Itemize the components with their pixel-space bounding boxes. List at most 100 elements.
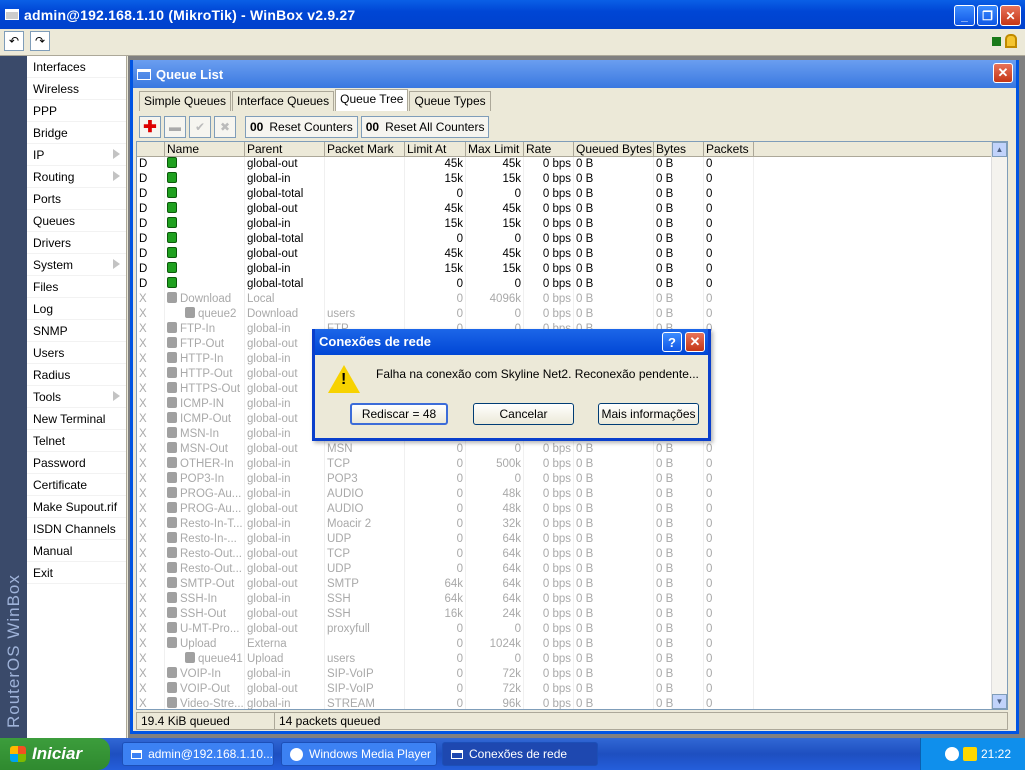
column-header[interactable] (137, 142, 165, 156)
table-row[interactable]: X PROG-Au... global-out AUDIO 0 48k 0 bps 0 B0 … (137, 502, 1007, 517)
table-row[interactable]: X VOIP-In global-in SIP-VoIP 0 72k 0 bps 0 B0 B… (137, 667, 1007, 682)
table-row[interactable]: X Upload Externa 0 1024k 0 bps 0 B0 B0 (137, 637, 1007, 652)
menu-item-routing[interactable]: Routing (27, 166, 126, 188)
app-icon[interactable] (5, 9, 19, 20)
tray-network-icon[interactable] (944, 747, 959, 761)
cell-queued: 0 B (574, 697, 654, 709)
menu-item-queues[interactable]: Queues (27, 210, 126, 232)
task-winbox[interactable]: admin@192.168.1.10... (122, 742, 274, 766)
table-row[interactable]: X POP3-In global-in POP3 0 0 0 bps 0 B0 B0 (137, 472, 1007, 487)
more-info-button[interactable]: Mais informações (598, 403, 699, 425)
scroll-down-icon[interactable]: ▼ (992, 694, 1007, 709)
table-row[interactable]: Dglobal-out 45k 45k 0 bps 0 B0 B0 (137, 157, 1007, 172)
menu-item-bridge[interactable]: Bridge (27, 122, 126, 144)
dialog-close-button[interactable]: ✕ (685, 332, 705, 352)
menu-item-radius[interactable]: Radius (27, 364, 126, 386)
table-row[interactable]: X Resto-Out... global-out TCP 0 64k 0 bps 0 B0 … (137, 547, 1007, 562)
enable-button[interactable]: ✔ (189, 116, 211, 138)
table-row[interactable]: Xqueue2 Download users 0 0 0 bps 0 B0 B0 (137, 307, 1007, 322)
menu-item-telnet[interactable]: Telnet (27, 430, 126, 452)
redial-button[interactable]: Rediscar = 48 (350, 403, 448, 425)
dialog-title[interactable]: Conexões de rede (315, 329, 708, 355)
table-row[interactable]: X SSH-In global-in SSH 64k 64k 0 bps 0 B0 B0 (137, 592, 1007, 607)
menu-item-make-supout-rif[interactable]: Make Supout.rif (27, 496, 126, 518)
menu-item-interfaces[interactable]: Interfaces (27, 56, 126, 78)
remove-button[interactable]: ▬ (164, 116, 186, 138)
table-row[interactable]: X Resto-Out... global-out UDP 0 64k 0 bps 0 B0 … (137, 562, 1007, 577)
undo-button[interactable]: ↶ (4, 31, 24, 51)
start-button[interactable]: Iniciar (0, 738, 110, 770)
menu-item-drivers[interactable]: Drivers (27, 232, 126, 254)
menu-item-system[interactable]: System (27, 254, 126, 276)
restore-button[interactable]: ❐ (977, 5, 998, 26)
scroll-up-icon[interactable]: ▲ (992, 142, 1007, 157)
column-header[interactable]: Queued Bytes (574, 142, 654, 156)
table-row[interactable]: X PROG-Au... global-in AUDIO 0 48k 0 bps 0 B0 B… (137, 487, 1007, 502)
queue-window-titlebar[interactable]: Queue List (133, 60, 1016, 88)
menu-item-ip[interactable]: IP (27, 144, 126, 166)
table-row[interactable]: X OTHER-In global-in TCP 0 500k 0 bps 0 B0 B0 (137, 457, 1007, 472)
table-row[interactable]: X VOIP-Out global-out SIP-VoIP 0 72k 0 bps 0 B0… (137, 682, 1007, 697)
table-row[interactable]: Dglobal-out 45k 45k 0 bps 0 B0 B0 (137, 202, 1007, 217)
table-row[interactable]: Dglobal-total 0 0 0 bps 0 B0 B0 (137, 187, 1007, 202)
vertical-scrollbar[interactable]: ▲ ▼ (991, 142, 1007, 709)
tab-interface-queues[interactable]: Interface Queues (232, 91, 335, 111)
table-row[interactable]: X Video-Stre... global-in STREAM 0 96k 0 bps 0 … (137, 697, 1007, 709)
column-header[interactable]: Rate (524, 142, 574, 156)
menu-item-manual[interactable]: Manual (27, 540, 126, 562)
column-header[interactable]: Bytes (654, 142, 704, 156)
table-row[interactable]: Dglobal-in 15k 15k 0 bps 0 B0 B0 (137, 262, 1007, 277)
table-row[interactable]: Xqueue41 Upload users 0 0 0 bps 0 B0 B0 (137, 652, 1007, 667)
menu-item-wireless[interactable]: Wireless (27, 78, 126, 100)
table-row[interactable]: X Download Local 0 4096k 0 bps 0 B0 B0 (137, 292, 1007, 307)
menu-item-files[interactable]: Files (27, 276, 126, 298)
column-header[interactable]: Limit At (405, 142, 466, 156)
task-media-player[interactable]: Windows Media Player (281, 742, 437, 766)
table-row[interactable]: X SMTP-Out global-out SMTP 64k 64k 0 bps 0 B0 B… (137, 577, 1007, 592)
column-header[interactable]: Packets (704, 142, 754, 156)
disable-button[interactable]: ✖ (214, 116, 236, 138)
table-row[interactable]: Dglobal-total 0 0 0 bps 0 B0 B0 (137, 232, 1007, 247)
table-row[interactable]: Dglobal-total 0 0 0 bps 0 B0 B0 (137, 277, 1007, 292)
table-row[interactable]: X Resto-In-T... global-in Moacir 2 0 32k 0 bps… (137, 517, 1007, 532)
menu-item-certificate[interactable]: Certificate (27, 474, 126, 496)
menu-item-exit[interactable]: Exit (27, 562, 126, 584)
table-row[interactable]: X MSN-Out global-out MSN 0 0 0 bps 0 B0 B0 (137, 442, 1007, 457)
cell-flag: D (137, 247, 165, 262)
tab-queue-types[interactable]: Queue Types (409, 91, 491, 111)
menu-item-password[interactable]: Password (27, 452, 126, 474)
menu-item-log[interactable]: Log (27, 298, 126, 320)
column-header[interactable]: Max Limit (466, 142, 524, 156)
table-row[interactable]: Dglobal-out 45k 45k 0 bps 0 B0 B0 (137, 247, 1007, 262)
task-network-connections[interactable]: Conexões de rede (442, 742, 598, 766)
tray-connection-icon[interactable] (962, 747, 977, 761)
menu-item-snmp[interactable]: SNMP (27, 320, 126, 342)
column-header[interactable]: Name (165, 142, 245, 156)
menu-item-isdn-channels[interactable]: ISDN Channels (27, 518, 126, 540)
menu-item-tools[interactable]: Tools (27, 386, 126, 408)
close-button[interactable]: ✕ (1000, 5, 1021, 26)
reset-all-counters-button[interactable]: 00 Reset All Counters (360, 116, 490, 138)
queue-window-close-button[interactable]: ✕ (993, 63, 1013, 83)
table-row[interactable]: X SSH-Out global-out SSH 16k 24k 0 bps 0 B0 B0 (137, 607, 1007, 622)
add-button[interactable]: ✚ (139, 116, 161, 138)
column-header[interactable]: Parent (245, 142, 325, 156)
tab-simple-queues[interactable]: Simple Queues (139, 91, 232, 111)
menu-item-users[interactable]: Users (27, 342, 126, 364)
table-row[interactable]: Dglobal-in 15k 15k 0 bps 0 B0 B0 (137, 217, 1007, 232)
help-button[interactable]: ? (662, 332, 682, 352)
table-row[interactable]: Dglobal-in 15k 15k 0 bps 0 B0 B0 (137, 172, 1007, 187)
menu-item-ppp[interactable]: PPP (27, 100, 126, 122)
column-header[interactable]: Packet Mark (325, 142, 405, 156)
winbox-icon (131, 749, 143, 759)
cancel-button[interactable]: Cancelar (473, 403, 574, 425)
menu-item-ports[interactable]: Ports (27, 188, 126, 210)
table-row[interactable]: X Resto-In-... global-in UDP 0 64k 0 bps 0 B0 B… (137, 532, 1007, 547)
redo-button[interactable]: ↷ (30, 31, 50, 51)
minimize-button[interactable]: _ (954, 5, 975, 26)
menu-item-new-terminal[interactable]: New Terminal (27, 408, 126, 430)
table-row[interactable]: X U-MT-Pro... global-out proxyfull 0 0 0 bps 0 … (137, 622, 1007, 637)
reset-counters-button[interactable]: 00 Reset Counters (245, 116, 358, 138)
tab-queue-tree[interactable]: Queue Tree (335, 89, 409, 111)
lock-icon[interactable] (1005, 34, 1017, 48)
